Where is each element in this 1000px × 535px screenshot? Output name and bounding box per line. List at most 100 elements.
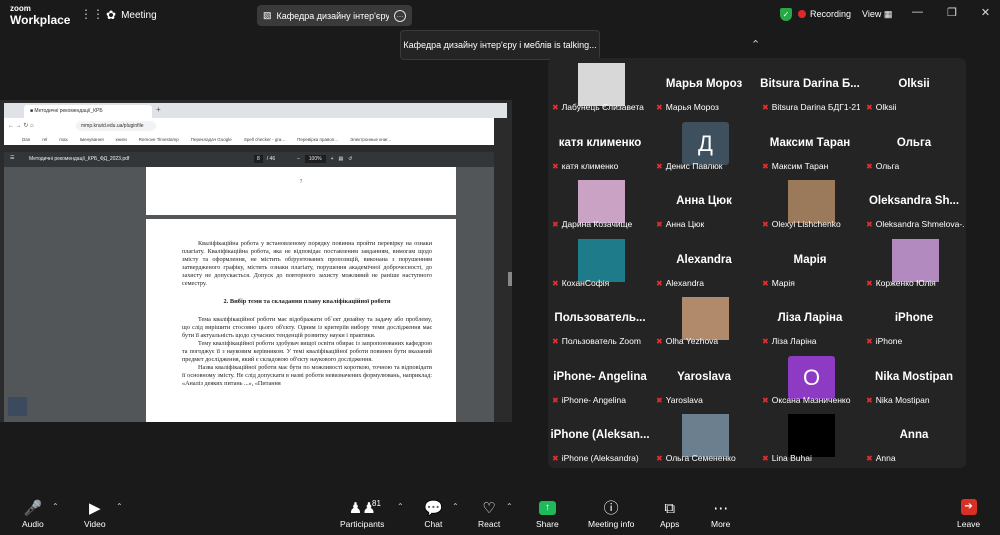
window-menu-icon[interactable]: ⋮⋮ <box>80 7 104 21</box>
participant-tile[interactable]: Ліза Ларіна ✖ Ліза Ларіна <box>758 292 862 349</box>
bookmark-item[interactable]: rel <box>42 137 47 143</box>
recording-indicator[interactable]: Recording <box>798 9 851 19</box>
meeting-title-pill[interactable]: ▧ Кафедра дизайну інтер'єру і ме … <box>257 5 412 26</box>
browser-nav-icons[interactable]: ← → ↻ ⌂ <box>8 122 34 129</box>
participant-name: катя клименко <box>561 161 619 171</box>
participant-name-tag: ✖ iPhone (Aleksandra) <box>552 453 650 463</box>
mic-muted-icon: ✖ <box>762 219 769 229</box>
participant-tile[interactable]: ✖ Лабунець Єлизавета <box>548 58 652 115</box>
participant-name: КоханСофія <box>561 278 610 288</box>
participant-tile[interactable]: ✖ Ольга Семененко <box>652 409 756 466</box>
meeting-menu-button[interactable]: ✿ Meeting <box>106 8 157 22</box>
leave-label: Leave <box>957 519 981 529</box>
pdf-zoom-value[interactable]: 100% <box>304 155 326 163</box>
chat-icon: 💬 <box>424 500 443 517</box>
chevron-up-icon[interactable]: ⌃ <box>116 502 123 511</box>
participant-tile[interactable]: Bitsura Darina Б... ✖ Bitsura Darina БДГ1-… <box>758 58 862 115</box>
participant-tile[interactable]: ✖ Корженко Юлія <box>862 234 966 291</box>
bookmark-item[interactable]: Перевірка правоп... <box>297 137 338 143</box>
fit-page-icon[interactable]: ▤ <box>339 156 344 162</box>
react-button[interactable]: ♡ React <box>478 499 500 529</box>
bookmark-item[interactable]: Spell checker - gra... <box>244 137 285 143</box>
mic-muted-icon: ✖ <box>762 278 769 288</box>
participant-tile[interactable]: Anna ✖ Anna <box>862 409 966 466</box>
participant-tile[interactable]: Д ✖ Денис Павлюк <box>652 117 756 174</box>
participant-tile[interactable]: iPhone (Aleksan... ✖ iPhone (Aleksandra) <box>548 409 652 466</box>
participant-tile[interactable]: Пользователь... ✖ Пользователь Zoom <box>548 292 652 349</box>
participant-tile[interactable]: Oleksandra Sh... ✖ Oleksandra Shmelova-... <box>862 175 966 232</box>
zoom-meeting-window: zoom Workplace ⋮⋮ ✿ Meeting ▧ Кафедра ди… <box>0 0 1000 535</box>
participant-tile[interactable]: Марья Мороз ✖ Марья Мороз <box>652 58 756 115</box>
more-options-icon[interactable]: … <box>394 9 406 22</box>
avatar-initial: Д <box>682 122 729 165</box>
participant-name-tag: ✖ iPhone <box>866 336 964 346</box>
more-button[interactable]: ⋯ More <box>711 499 730 529</box>
url-field[interactable]: mmp.knutd.edu.ua/pluginfile <box>76 121 156 131</box>
avatar <box>578 180 625 223</box>
view-button[interactable]: View ▦ <box>862 9 892 20</box>
participant-tile[interactable]: Alexandra ✖ Alexandra <box>652 234 756 291</box>
avatar <box>578 239 625 282</box>
participant-tile[interactable]: Марія ✖ Марія <box>758 234 862 291</box>
chevron-up-icon[interactable]: ⌃ <box>52 502 59 511</box>
participant-name: Bitsura Darina БДГ1-21 <box>771 102 860 112</box>
apps-button[interactable]: ⧉ Apps <box>660 499 679 529</box>
participant-tile[interactable]: ✖ Дарина Козачище <box>548 175 652 232</box>
bookmark-item[interactable]: max <box>59 137 68 143</box>
zoom-out-icon[interactable]: – <box>297 156 300 162</box>
chevron-up-icon[interactable]: ⌃ <box>397 502 404 511</box>
participant-tile[interactable]: O ✖ Оксана Мазниченко <box>758 351 862 408</box>
participant-name-tag: ✖ Olexyi Lishchenko <box>762 219 860 229</box>
chevron-up-icon[interactable]: ⌃ <box>452 502 459 511</box>
share-button[interactable]: ↑ Share <box>536 499 559 529</box>
restore-icon[interactable]: ❐ <box>947 6 957 19</box>
participant-tile[interactable]: Максим Таран ✖ Максим Таран <box>758 117 862 174</box>
participant-tile[interactable]: Nika Mostipan ✖ Nika Mostipan <box>862 351 966 408</box>
zoom-logo: zoom Workplace <box>10 5 70 27</box>
new-tab-icon[interactable]: + <box>156 105 161 114</box>
participant-name: iPhone- Angelina <box>561 395 626 405</box>
mic-muted-icon: ✖ <box>656 336 663 346</box>
close-icon[interactable]: ✕ <box>981 6 990 19</box>
audio-button[interactable]: 🎤 Audio <box>22 499 44 529</box>
leave-button[interactable]: ➔ Leave <box>957 499 980 529</box>
participant-tile[interactable]: Olksii ✖ Olksii <box>862 58 966 115</box>
participant-name-tag: ✖ Марія <box>762 278 860 288</box>
meeting-info-button[interactable]: ⓘ Meeting info <box>588 499 634 529</box>
mic-muted-icon: ✖ <box>656 453 663 463</box>
bookmark-item[interactable]: книги <box>116 137 127 143</box>
participant-tile[interactable]: ✖ Lina Buhai <box>758 409 862 466</box>
heart-icon: ♡ <box>482 500 496 517</box>
chat-button[interactable]: 💬 Chat <box>424 499 443 529</box>
video-button[interactable]: ▶ Video <box>84 499 106 529</box>
meeting-info-label: Meeting info <box>588 519 635 529</box>
pdf-filename: Методичні рекомендації_КРБ_ФД_2023.pdf <box>29 156 130 162</box>
participant-tile[interactable]: iPhone ✖ iPhone <box>862 292 966 349</box>
participant-tile[interactable]: ✖ Olha Yezhova <box>652 292 756 349</box>
participant-tile[interactable]: ✖ КоханСофія <box>548 234 652 291</box>
chevron-up-icon[interactable]: ⌃ <box>506 502 513 511</box>
security-shield-icon[interactable]: ✓ <box>780 8 792 21</box>
participant-tile[interactable]: Ольга ✖ Ольга <box>862 117 966 174</box>
participant-tile[interactable]: Yaroslava ✖ Yaroslava <box>652 351 756 408</box>
participant-tile[interactable]: ✖ Olexyi Lishchenko <box>758 175 862 232</box>
bookmark-item[interactable]: Перекладач Google <box>191 137 232 143</box>
bookmark-item[interactable]: Remove Timestamp <box>139 137 179 143</box>
bookmark-item[interactable]: Электронные книг... <box>350 137 391 143</box>
participant-display-name: Марья Мороз <box>665 78 743 90</box>
hamburger-icon[interactable]: ☰ <box>10 155 14 161</box>
chevron-up-icon[interactable]: ⌃ <box>751 38 760 51</box>
split-resize-handle[interactable] <box>508 272 512 286</box>
browser-tab[interactable]: ■ Методичні рекомендації_КРБ <box>24 105 152 118</box>
rotate-icon[interactable]: ↺ <box>348 156 352 162</box>
participants-label: Participants <box>340 519 385 529</box>
minimize-icon[interactable]: — <box>912 6 923 19</box>
participant-tile[interactable]: Анна Цюк ✖ Анна Цюк <box>652 175 756 232</box>
participant-tile[interactable]: iPhone- Angelina ✖ iPhone- Angelina <box>548 351 652 408</box>
bookmark-item[interactable]: Іменування <box>80 137 104 143</box>
pdf-page-input[interactable]: 8 <box>254 155 263 163</box>
bookmark-item[interactable]: Dan <box>22 137 30 143</box>
info-icon: ⓘ <box>603 500 619 517</box>
zoom-in-icon[interactable]: + <box>331 156 334 162</box>
participant-tile[interactable]: катя клименко ✖ катя клименко <box>548 117 652 174</box>
